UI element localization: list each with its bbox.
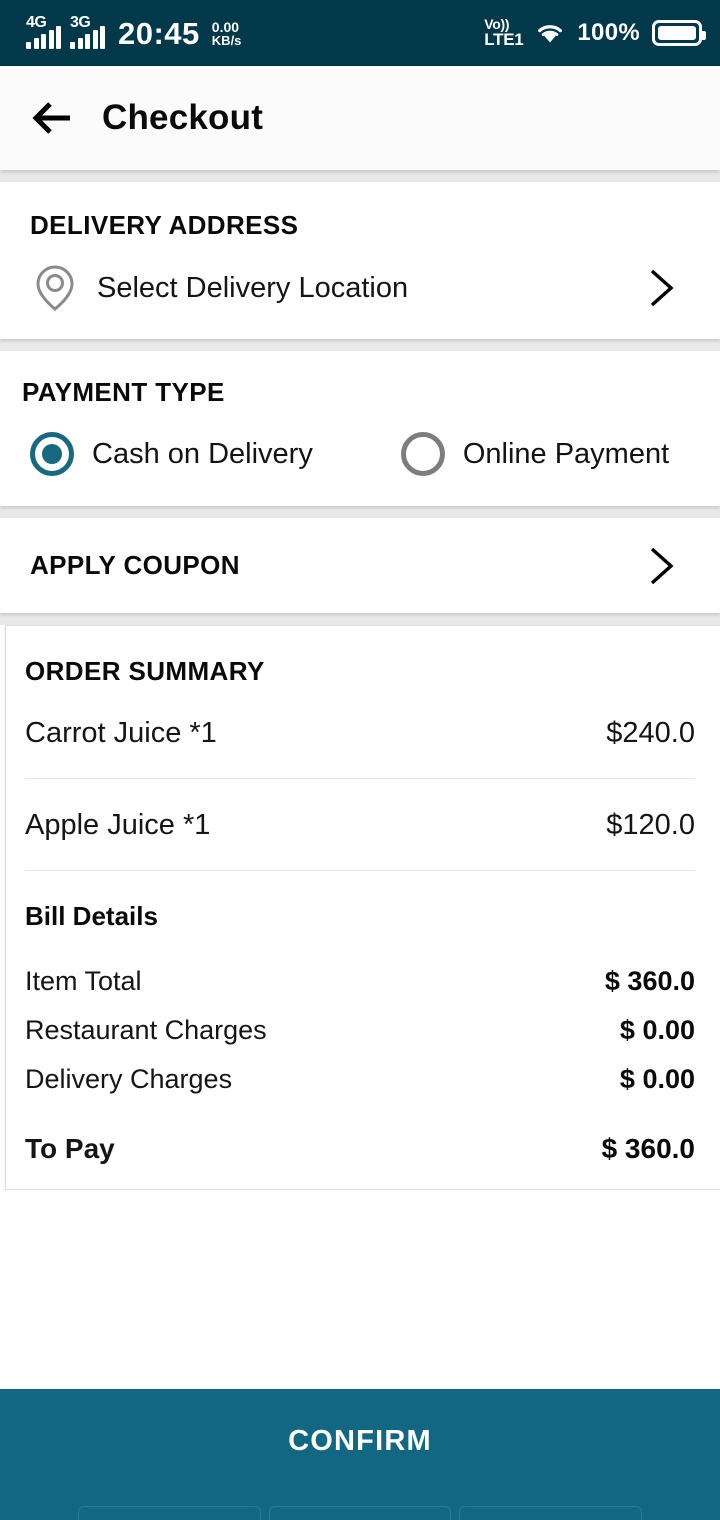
status-bar: 4G 3G 20:45 0.00 KB/s Vo)) LTE1 100% bbox=[0, 0, 720, 66]
chevron-right-icon bbox=[644, 266, 678, 310]
content-spacer bbox=[0, 1190, 720, 1389]
bill-row-delivery-charges: Delivery Charges $ 0.00 bbox=[25, 1046, 695, 1095]
status-bar-left: 4G 3G 20:45 0.00 KB/s bbox=[26, 14, 242, 51]
order-item-name: Apple Juice *1 bbox=[25, 809, 211, 841]
bill-row-label: Item Total bbox=[25, 966, 142, 996]
order-item-row: Carrot Juice *1 $240.0 bbox=[25, 687, 695, 779]
nav-recents-button[interactable] bbox=[459, 1506, 643, 1520]
payment-type-title: PAYMENT TYPE bbox=[22, 377, 225, 407]
payment-option-label: Cash on Delivery bbox=[92, 437, 313, 470]
bill-row-item-total: Item Total $ 360.0 bbox=[25, 932, 695, 997]
volte-top-label: Vo)) bbox=[484, 15, 510, 32]
section-gap bbox=[0, 170, 720, 182]
confirm-button[interactable]: CONFIRM bbox=[0, 1389, 720, 1494]
app-bar: Checkout bbox=[0, 66, 720, 170]
signal-3g-icon: 3G bbox=[70, 14, 105, 49]
payment-options-row: Cash on Delivery Online Payment bbox=[0, 408, 720, 476]
payment-option-online-payment[interactable]: Online Payment bbox=[313, 432, 669, 476]
bill-row-restaurant-charges: Restaurant Charges $ 0.00 bbox=[25, 997, 695, 1046]
apply-coupon-title: APPLY COUPON bbox=[30, 550, 240, 580]
apply-coupon-row[interactable]: APPLY COUPON bbox=[0, 518, 720, 613]
order-item-name: Carrot Juice *1 bbox=[25, 717, 217, 749]
bill-row-label: Restaurant Charges bbox=[25, 1015, 267, 1045]
order-item-price: $240.0 bbox=[606, 717, 695, 749]
back-button[interactable] bbox=[30, 98, 76, 138]
radio-unselected-icon[interactable] bbox=[400, 432, 445, 476]
volte-icon: Vo)) LTE1 bbox=[484, 17, 523, 50]
battery-icon bbox=[652, 20, 706, 46]
bill-details-title: Bill Details bbox=[25, 901, 158, 931]
order-summary-card: ORDER SUMMARY Carrot Juice *1 $240.0 App… bbox=[5, 625, 720, 1190]
map-pin-icon bbox=[33, 263, 77, 313]
payment-option-label: Online Payment bbox=[462, 437, 670, 470]
nav-home-button[interactable] bbox=[268, 1506, 452, 1520]
order-item-price: $120.0 bbox=[606, 809, 695, 841]
status-bar-right: Vo)) LTE1 100% bbox=[484, 17, 706, 50]
data-speed-unit: KB/s bbox=[211, 33, 242, 49]
section-gap bbox=[0, 339, 720, 351]
section-gap bbox=[0, 506, 720, 518]
status-bar-clock: 20:45 bbox=[118, 16, 200, 51]
volte-bottom-label: LTE1 bbox=[484, 30, 524, 50]
bill-row-to-pay: To Pay $ 360.0 bbox=[25, 1095, 695, 1165]
checkout-screen: 4G 3G 20:45 0.00 KB/s Vo)) LTE1 100% Che… bbox=[0, 0, 720, 1520]
section-gap bbox=[0, 613, 720, 625]
wifi-icon bbox=[535, 21, 565, 45]
bill-row-value: $ 360.0 bbox=[604, 966, 695, 996]
data-speed-value: 0.00 bbox=[211, 18, 240, 35]
data-speed-indicator: 0.00 KB/s bbox=[211, 18, 242, 49]
to-pay-value: $ 360.0 bbox=[601, 1133, 695, 1164]
battery-percent-label: 100% bbox=[577, 19, 640, 46]
bill-row-label: Delivery Charges bbox=[25, 1064, 233, 1094]
system-navigation-bar bbox=[0, 1494, 720, 1520]
order-item-row: Apple Juice *1 $120.0 bbox=[25, 779, 695, 871]
network-type-1-label: 4G bbox=[26, 14, 47, 31]
radio-selected-icon[interactable] bbox=[30, 432, 74, 476]
chevron-right-icon bbox=[644, 544, 678, 588]
to-pay-label: To Pay bbox=[25, 1133, 115, 1164]
order-summary-card-wrapper: ORDER SUMMARY Carrot Juice *1 $240.0 App… bbox=[0, 625, 720, 1190]
delivery-location-value: Select Delivery Location bbox=[97, 271, 409, 304]
order-summary-title: ORDER SUMMARY bbox=[25, 656, 265, 686]
bill-row-value: $ 0.00 bbox=[619, 1064, 695, 1094]
payment-type-section: PAYMENT TYPE Cash on Delivery Online Pay… bbox=[0, 351, 720, 506]
page-title: Checkout bbox=[102, 98, 264, 137]
select-delivery-location-row[interactable]: Select Delivery Location bbox=[0, 241, 720, 313]
bill-row-value: $ 0.00 bbox=[619, 1015, 695, 1045]
network-type-2-label: 3G bbox=[70, 14, 91, 31]
delivery-address-title: DELIVERY ADDRESS bbox=[30, 210, 299, 240]
delivery-address-section: DELIVERY ADDRESS Select Delivery Locatio… bbox=[0, 182, 720, 339]
nav-back-button[interactable] bbox=[78, 1506, 261, 1520]
payment-option-cash-on-delivery[interactable]: Cash on Delivery bbox=[0, 432, 313, 476]
signal-4g-icon: 4G bbox=[26, 14, 61, 49]
